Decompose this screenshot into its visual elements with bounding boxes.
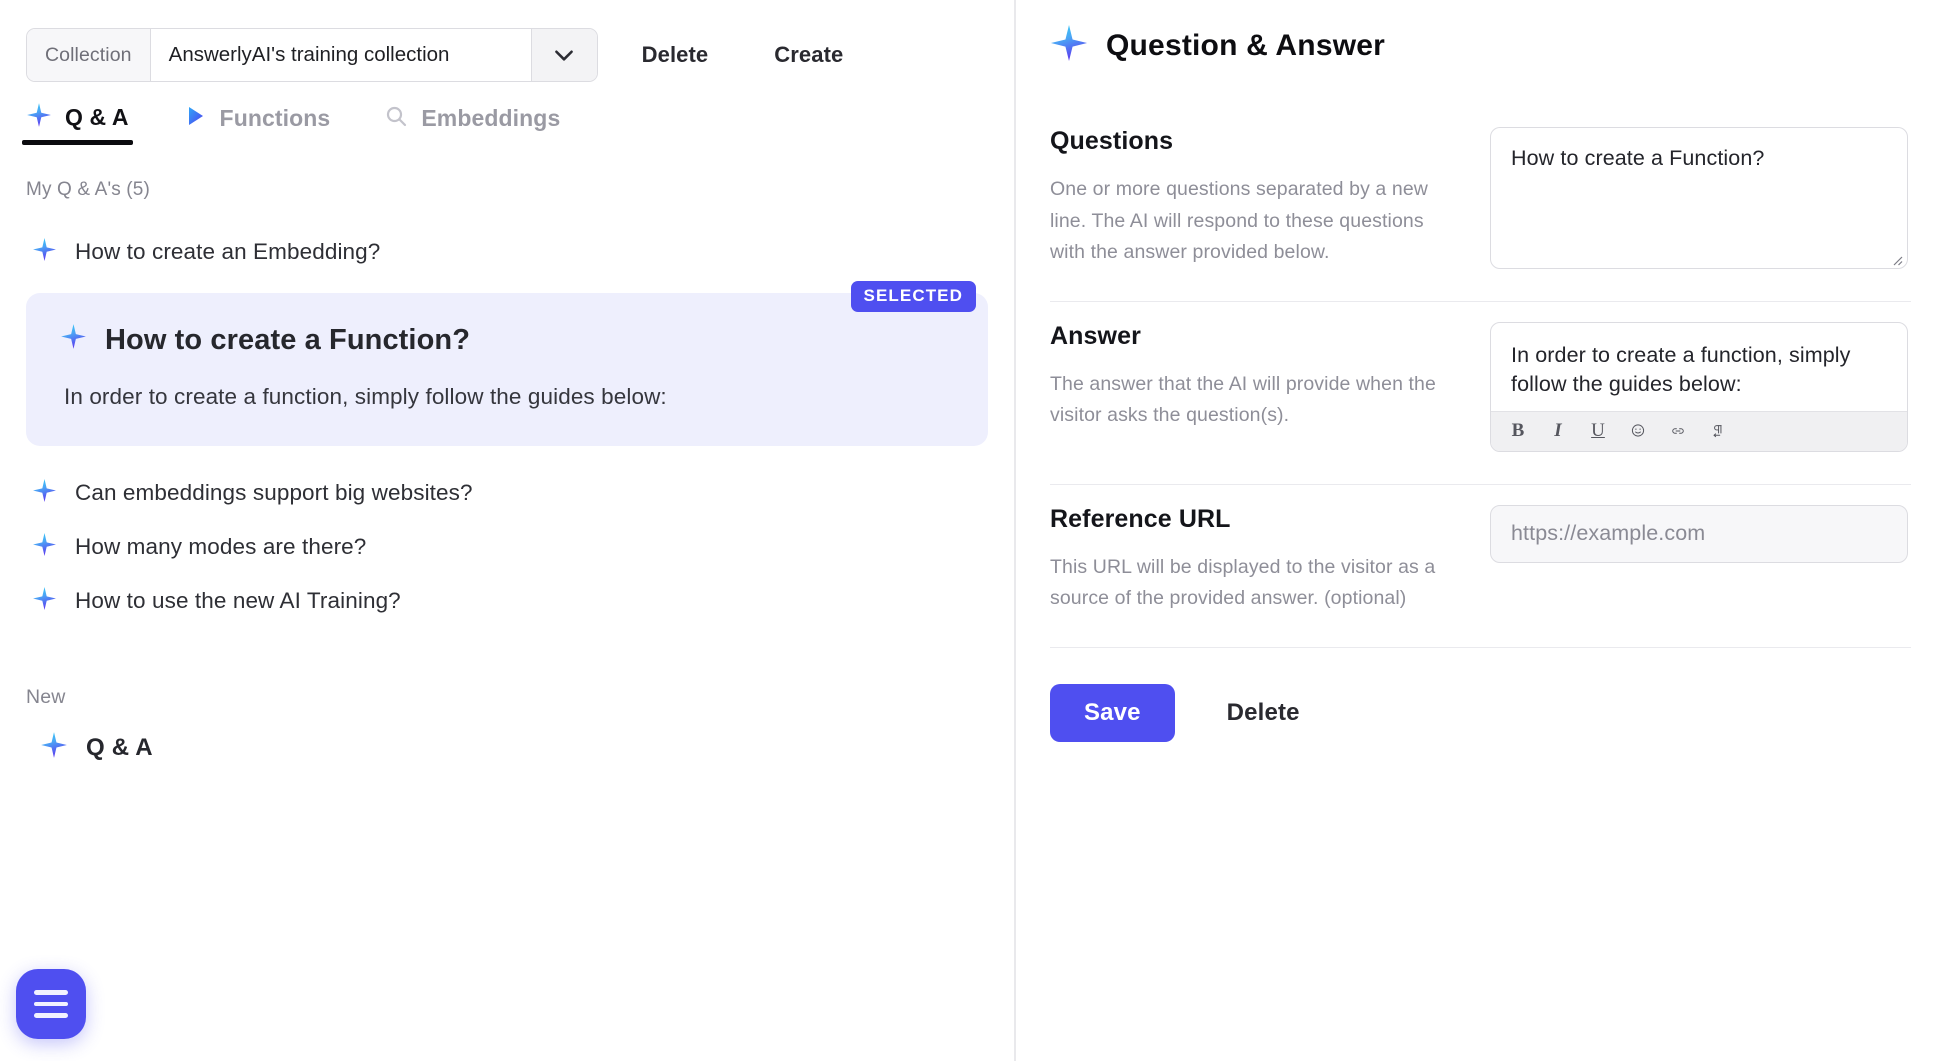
questions-input-value[interactable]: How to create a Function? [1491, 128, 1907, 226]
answer-label: Answer [1050, 322, 1460, 351]
rich-text-toolbar: B I U [1491, 411, 1907, 451]
hamburger-menu-icon[interactable] [16, 969, 86, 1039]
sparkle-icon [1050, 24, 1088, 67]
questions-label: Questions [1050, 127, 1460, 156]
list-item-title-row: How to create a Function? [60, 323, 954, 358]
detail-actions: Save Delete [1050, 648, 1911, 742]
questions-input[interactable]: How to create a Function? [1490, 127, 1908, 269]
paragraph-icon[interactable] [1705, 418, 1731, 444]
answer-description: The answer that the AI will provide when… [1050, 369, 1460, 432]
emoji-icon[interactable] [1625, 418, 1651, 444]
list-item-title: Can embeddings support big websites? [75, 480, 473, 506]
sparkle-icon [60, 323, 87, 358]
tab-qa-label: Q & A [65, 104, 129, 131]
qa-list: My Q & A's (5) How to create an Embeddin… [0, 145, 1014, 778]
list-item[interactable]: How to use the new AI Training? [26, 574, 988, 628]
reference-url-input[interactable]: https://example.com [1490, 505, 1908, 563]
answer-section: Answer The answer that the AI will provi… [1050, 302, 1911, 485]
sparkle-icon [26, 102, 52, 133]
status-badge: SELECTED [851, 281, 976, 312]
tab-bar: Q & A Functions Embeddings [0, 102, 1014, 145]
new-qa-button[interactable]: Q & A [26, 717, 988, 778]
delete-button[interactable]: Delete [1221, 698, 1306, 728]
sparkle-icon [40, 731, 68, 764]
hamburger-bar [34, 1013, 68, 1018]
training-collection-page: Collection AnswerlyAI's training collect… [0, 0, 1949, 1061]
collection-toolbar: Collection AnswerlyAI's training collect… [0, 0, 1014, 92]
questions-description: One or more questions separated by a new… [1050, 174, 1460, 269]
list-item-title: How to use the new AI Training? [75, 588, 401, 614]
page-title-text: Question & Answer [1106, 29, 1385, 63]
sparkle-icon [32, 586, 57, 616]
reference-url-label: Reference URL [1050, 505, 1460, 534]
answer-field-wrap: In order to create a function, simply fo… [1490, 322, 1911, 452]
collection-label: Collection [27, 29, 151, 81]
collection-picker[interactable]: Collection AnswerlyAI's training collect… [26, 28, 598, 82]
sparkle-icon [32, 532, 57, 562]
tab-embeddings[interactable]: Embeddings [384, 104, 560, 145]
chevron-down-icon[interactable] [531, 29, 597, 81]
list-item[interactable]: Can embeddings support big websites? [26, 466, 988, 520]
reference-url-placeholder: https://example.com [1511, 521, 1705, 546]
save-button[interactable]: Save [1050, 684, 1175, 742]
tab-qa[interactable]: Q & A [26, 102, 129, 145]
answer-input-value[interactable]: In order to create a function, simply fo… [1491, 323, 1907, 411]
answer-rich-text-editor[interactable]: In order to create a function, simply fo… [1490, 322, 1908, 452]
collection-selected-value: AnswerlyAI's training collection [151, 43, 468, 67]
left-panel: Collection AnswerlyAI's training collect… [0, 0, 1016, 1061]
qa-list-heading: My Q & A's (5) [26, 179, 988, 201]
list-item-title: How to create a Function? [105, 324, 470, 357]
list-item-answer-preview: In order to create a function, simply fo… [64, 384, 954, 410]
delete-collection-button[interactable]: Delete [620, 42, 731, 68]
reference-url-meta: Reference URL This URL will be displayed… [1050, 505, 1490, 615]
reference-url-section: Reference URL This URL will be displayed… [1050, 485, 1911, 648]
hamburger-bar [34, 990, 68, 995]
link-icon[interactable] [1665, 418, 1691, 444]
underline-icon[interactable]: U [1585, 418, 1611, 444]
sparkle-icon [32, 478, 57, 508]
reference-url-field-wrap: https://example.com [1490, 505, 1911, 615]
list-item-selected[interactable]: SELECTED How to create a Function? In or… [26, 293, 988, 446]
answer-meta: Answer The answer that the AI will provi… [1050, 322, 1490, 452]
sparkle-icon [32, 237, 57, 267]
questions-section: Questions One or more questions separate… [1050, 107, 1911, 302]
tab-functions[interactable]: Functions [183, 104, 331, 145]
search-icon [384, 104, 408, 133]
play-triangle-icon [183, 104, 207, 133]
tab-embeddings-label: Embeddings [421, 105, 560, 132]
questions-field-wrap: How to create a Function? [1490, 127, 1911, 269]
page-title: Question & Answer [1050, 24, 1911, 67]
list-item-title: How many modes are there? [75, 534, 366, 560]
collection-select[interactable]: AnswerlyAI's training collection [151, 29, 531, 81]
list-item-title: How to create an Embedding? [75, 239, 380, 265]
detail-panel: Question & Answer Questions One or more … [1016, 0, 1949, 1061]
list-item[interactable]: How many modes are there? [26, 520, 988, 574]
new-qa-label: Q & A [86, 734, 153, 762]
bold-icon[interactable]: B [1505, 418, 1531, 444]
list-item[interactable]: How to create an Embedding? [26, 225, 988, 279]
reference-url-description: This URL will be displayed to the visito… [1050, 552, 1460, 615]
new-section-heading: New [26, 686, 988, 709]
tab-functions-label: Functions [220, 105, 331, 132]
resize-handle-icon[interactable] [1889, 252, 1903, 266]
create-collection-button[interactable]: Create [752, 42, 865, 68]
questions-meta: Questions One or more questions separate… [1050, 127, 1490, 269]
italic-icon[interactable]: I [1545, 418, 1571, 444]
hamburger-bar [34, 1002, 68, 1007]
